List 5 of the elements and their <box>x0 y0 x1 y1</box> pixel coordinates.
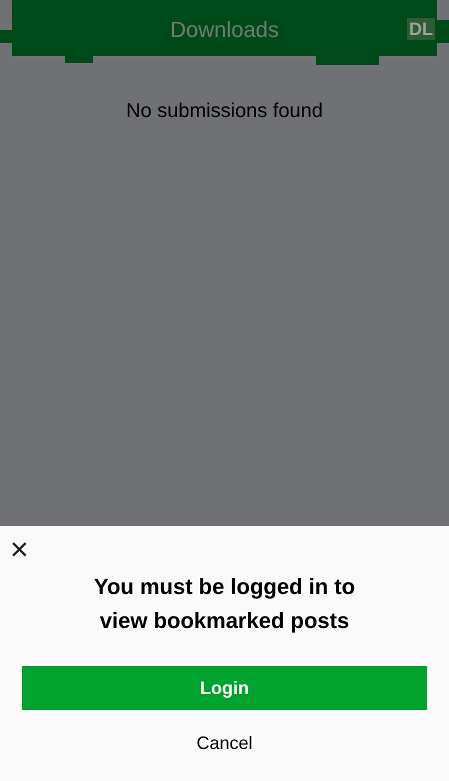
login-message: You must be logged in to view bookmarked posts <box>92 573 356 635</box>
logo: DL <box>407 18 435 40</box>
empty-message: No submissions found <box>126 99 323 124</box>
page-title: Downloads <box>170 16 279 44</box>
cancel-button[interactable]: Cancel <box>188 722 261 764</box>
